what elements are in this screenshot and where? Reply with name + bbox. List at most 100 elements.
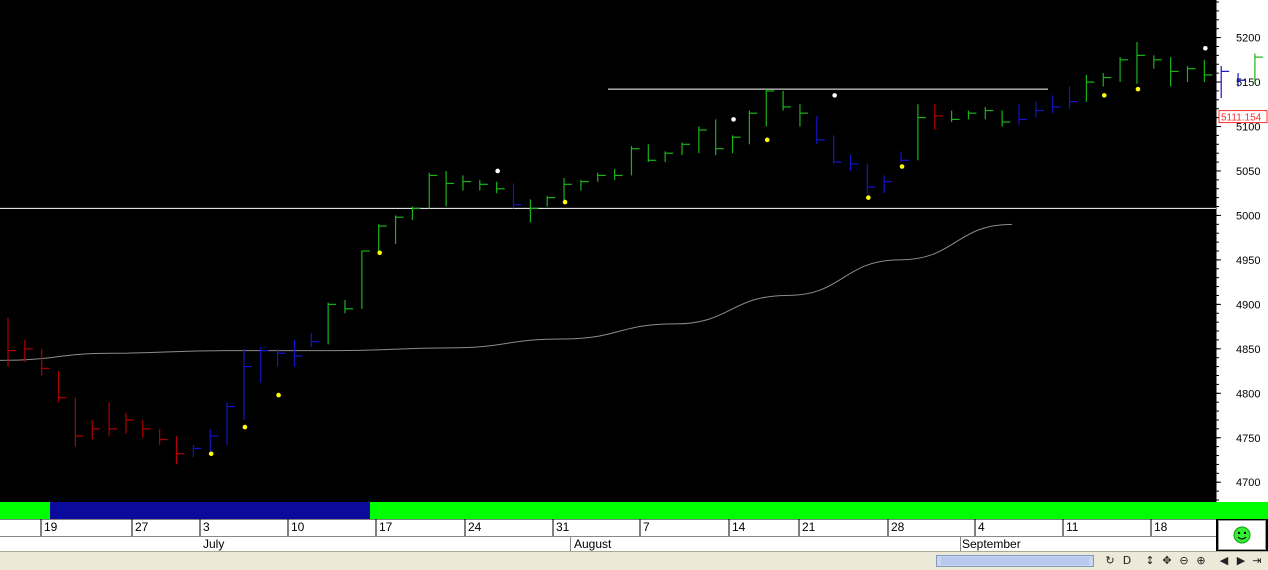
price-bar — [866, 163, 876, 194]
date-tick-label: 28 — [891, 520, 905, 534]
price-bar — [361, 250, 370, 309]
price-bar — [681, 142, 690, 155]
price-bar — [950, 110, 960, 123]
date-axis-panel — [0, 519, 1216, 536]
price-bar — [664, 151, 674, 163]
date-tick-label: 10 — [291, 520, 305, 534]
price-bar — [175, 435, 185, 465]
price-bar — [613, 169, 623, 180]
moving-average-line — [0, 223, 1013, 361]
prev-icon[interactable]: ◀ — [1217, 554, 1231, 568]
price-bar — [243, 348, 252, 420]
price-bar — [546, 195, 556, 207]
fit-icon[interactable]: ⇥ — [1250, 554, 1264, 568]
price-bar — [428, 172, 438, 209]
price-bar — [900, 151, 910, 163]
zoom-in-icon[interactable]: ⊕ — [1194, 554, 1208, 568]
date-tick-label: 4 — [978, 520, 985, 534]
price-bar — [1203, 59, 1213, 83]
price-bar — [748, 110, 758, 145]
date-tick-label: 7 — [643, 520, 650, 534]
price-bar — [1035, 101, 1044, 118]
date-tick-label: 18 — [1154, 520, 1168, 534]
signal-dot — [866, 195, 871, 200]
zoom-out-icon[interactable]: ⊖ — [1177, 554, 1191, 568]
price-bar — [1018, 104, 1027, 125]
price-bar — [260, 347, 269, 383]
y-tick-label: 4750 — [1236, 433, 1260, 445]
date-tick-label: 19 — [44, 520, 58, 534]
y-tick-label: 4950 — [1236, 255, 1260, 267]
trend-band-segment — [50, 502, 373, 519]
price-bar — [849, 154, 859, 171]
price-bar — [479, 179, 488, 191]
price-bar — [277, 348, 286, 367]
price-bar — [41, 348, 50, 376]
date-tick-label: 11 — [1066, 520, 1079, 534]
month-axis: July August September — [0, 536, 1216, 552]
y-tick-label: 5200 — [1236, 33, 1260, 45]
month-label-september: September — [962, 537, 1021, 551]
trend-band-segment — [370, 502, 1268, 519]
signal-dot — [242, 424, 248, 430]
price-bar — [142, 419, 151, 438]
signal-dot — [764, 137, 770, 143]
price-bar — [833, 135, 842, 164]
month-label-august: August — [574, 537, 612, 551]
price-bar — [310, 332, 320, 348]
signal-dot — [731, 117, 736, 122]
last-price-label: 5111.154 — [1221, 113, 1262, 124]
price-bar — [411, 206, 421, 220]
next-icon[interactable]: ▶ — [1234, 554, 1248, 568]
signal-dot — [1203, 45, 1208, 51]
price-bar — [529, 199, 539, 223]
y-tick-label: 4800 — [1236, 388, 1260, 400]
date-tick-label: 24 — [468, 520, 482, 534]
price-bar — [799, 104, 808, 127]
y-tick-label: 4900 — [1236, 299, 1260, 311]
signal-dot — [208, 451, 214, 457]
signal-dot — [377, 250, 383, 256]
status-smiley[interactable] — [1218, 520, 1266, 550]
y-tick-label: 5050 — [1236, 166, 1260, 178]
chart-toolbar: ↻ D ↕ ✥ ⊖ ⊕ ◀ ▶ ⇥ — [0, 551, 1268, 570]
price-bar — [108, 402, 118, 436]
date-tick-label: 27 — [135, 520, 149, 534]
price-bar — [647, 144, 657, 163]
price-bar — [1186, 66, 1196, 83]
refresh-icon[interactable]: ↻ — [1103, 554, 1117, 568]
price-bar — [1001, 110, 1011, 127]
price-bar — [1153, 55, 1162, 69]
price-bar — [159, 428, 168, 445]
price-bar — [394, 215, 404, 244]
signal-dot — [899, 164, 905, 169]
date-tick-label: 21 — [802, 520, 816, 534]
price-bar — [597, 172, 606, 182]
price-bar — [7, 317, 16, 367]
signal-dot — [832, 93, 837, 98]
price-bar — [782, 90, 792, 111]
signal-dot — [495, 168, 500, 174]
horizontal-scrollbar[interactable] — [936, 555, 1094, 567]
d-icon[interactable]: D — [1120, 554, 1134, 568]
y-tick-label: 4700 — [1236, 477, 1260, 489]
scrollbar-thumb[interactable] — [941, 557, 1089, 565]
price-bar — [731, 135, 741, 154]
month-label-july: July — [203, 537, 225, 551]
date-tick-label: 31 — [556, 520, 570, 534]
pan-vertical-icon[interactable]: ↕ — [1143, 554, 1157, 568]
price-bar — [1102, 73, 1112, 87]
price-bar — [462, 175, 471, 191]
price-bar — [816, 115, 825, 145]
price-bar — [125, 412, 134, 434]
price-bar — [563, 178, 573, 203]
price-bar — [1085, 74, 1095, 102]
price-bar — [327, 302, 337, 345]
price-bar — [344, 299, 353, 314]
trend-band-segment — [0, 502, 53, 519]
y-tick-label: 5000 — [1236, 210, 1260, 222]
price-bar — [74, 397, 84, 447]
signal-dot — [1135, 86, 1141, 92]
signal-dot — [562, 199, 568, 205]
pan-icon[interactable]: ✥ — [1160, 554, 1174, 568]
